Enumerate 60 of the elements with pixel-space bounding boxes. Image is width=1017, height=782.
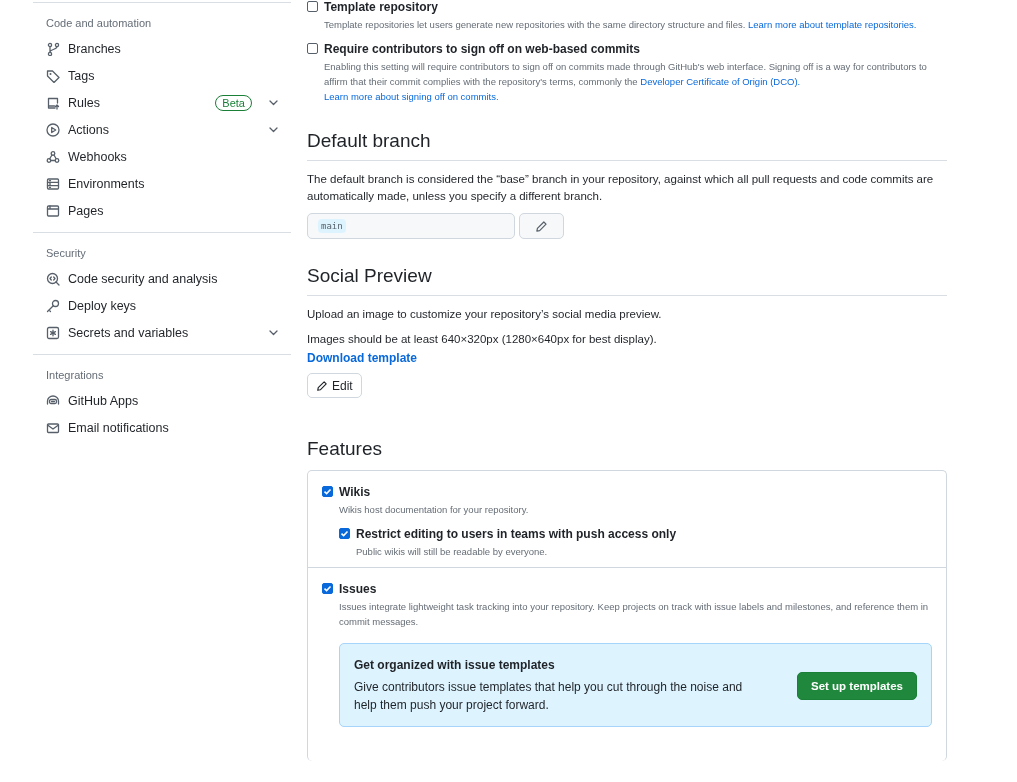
webhook-icon	[46, 149, 60, 164]
sidebar-item[interactable]: Email notifications	[33, 414, 291, 441]
option-description: Enabling this setting will require contributors to sign off on commits made through GitHub's web interface. Signing off is a way for contributors to affirm that their commit complies with the repository's terms, commonly the Developer Certificate of Origin (DCO). Learn more about signing off on commits.	[324, 60, 928, 104]
sidebar-item[interactable]: Webhooks	[33, 143, 291, 170]
checkbox[interactable]	[322, 486, 333, 497]
size-note: Images should be at least 640×320px (1280×640px for best display).	[307, 332, 658, 347]
sidebar-item[interactable]: Pages	[33, 197, 291, 224]
learn-more-link[interactable]: Developer Certificate of Origin (DCO).	[640, 76, 801, 87]
sidebar-item[interactable]: Rules Beta	[33, 89, 291, 116]
branch-field[interactable]: main	[307, 213, 515, 239]
sidebar-item[interactable]: Environments	[33, 170, 291, 197]
download-template-link[interactable]: Download template	[307, 351, 417, 365]
sidebar-item[interactable]: Secrets and variables	[33, 319, 291, 346]
option-label: Require contributors to sign off on web-based commits	[324, 42, 642, 56]
edit-button[interactable]: Edit	[307, 373, 362, 398]
section-description: Upload an image to customize your repository’s social media preview.	[307, 307, 663, 322]
repo-push-icon	[46, 95, 60, 110]
option-description: Template repositories let users generate new repositories with the same directory structure and files. Learn more about template repositories.	[324, 18, 917, 32]
tag-icon	[46, 68, 60, 83]
server-icon	[46, 176, 60, 191]
branch-icon	[46, 41, 60, 56]
sidebar-item[interactable]: Deploy keys	[33, 292, 291, 319]
branch-name: main	[318, 219, 346, 233]
feature-description: Issues integrate lightweight task tracking into your repository. Keep projects on track with issue labels and milestones, and reference them in commit messages.	[339, 600, 930, 629]
asterisk-icon	[46, 325, 60, 340]
sidebar-item[interactable]: GitHub Apps	[33, 387, 291, 414]
feature-label: Wikis	[339, 485, 372, 499]
checkbox[interactable]	[307, 43, 318, 54]
sidebar-item[interactable]: Branches	[33, 35, 291, 62]
section-heading: Integrations	[45, 368, 105, 383]
feature-description: Public wikis will still be readable by everyone.	[356, 545, 549, 559]
feature-description: Wikis host documentation for your repository.	[339, 503, 529, 517]
mail-icon	[46, 420, 60, 435]
set-up-templates-button[interactable]: Set up templates	[796, 672, 917, 700]
app-icon	[46, 393, 60, 408]
checkbox[interactable]	[307, 1, 318, 12]
learn-more-link[interactable]: Learn more about template repositories.	[748, 19, 917, 30]
section-title: Social Preview	[307, 265, 947, 296]
play-icon	[46, 122, 60, 137]
pencil-icon	[535, 219, 548, 233]
key-icon	[46, 298, 60, 313]
checkbox[interactable]	[339, 528, 350, 539]
codescan-icon	[46, 271, 60, 286]
feature-label: Restrict editing to users in teams with push access only	[356, 527, 677, 541]
browser-icon	[46, 203, 60, 218]
checkbox[interactable]	[322, 583, 333, 594]
sidebar-item[interactable]: Actions	[33, 116, 291, 143]
section-description: The default branch is considered the “base” branch in your repository, against which all pull requests and code commits are automatically made, unless you specify a different branch.	[307, 172, 935, 204]
section-heading: Security	[45, 246, 87, 261]
section-title: Features	[307, 438, 383, 460]
option-label: Template repository	[324, 0, 439, 14]
section-title: Default branch	[307, 130, 947, 161]
sidebar-item[interactable]: Code security and analysis	[33, 265, 291, 292]
banner-title: Get organized with issue templates	[354, 658, 556, 672]
banner-text: Give contributors issue templates that help you cut through the noise and help them push your project forward.	[354, 679, 744, 714]
learn-more-link[interactable]: Learn more about signing off on commits.	[324, 91, 499, 102]
section-heading: Code and automation	[45, 16, 153, 31]
pencil-icon	[316, 379, 328, 392]
feature-label: Issues	[339, 582, 378, 596]
sidebar-item[interactable]: Tags	[33, 62, 291, 89]
